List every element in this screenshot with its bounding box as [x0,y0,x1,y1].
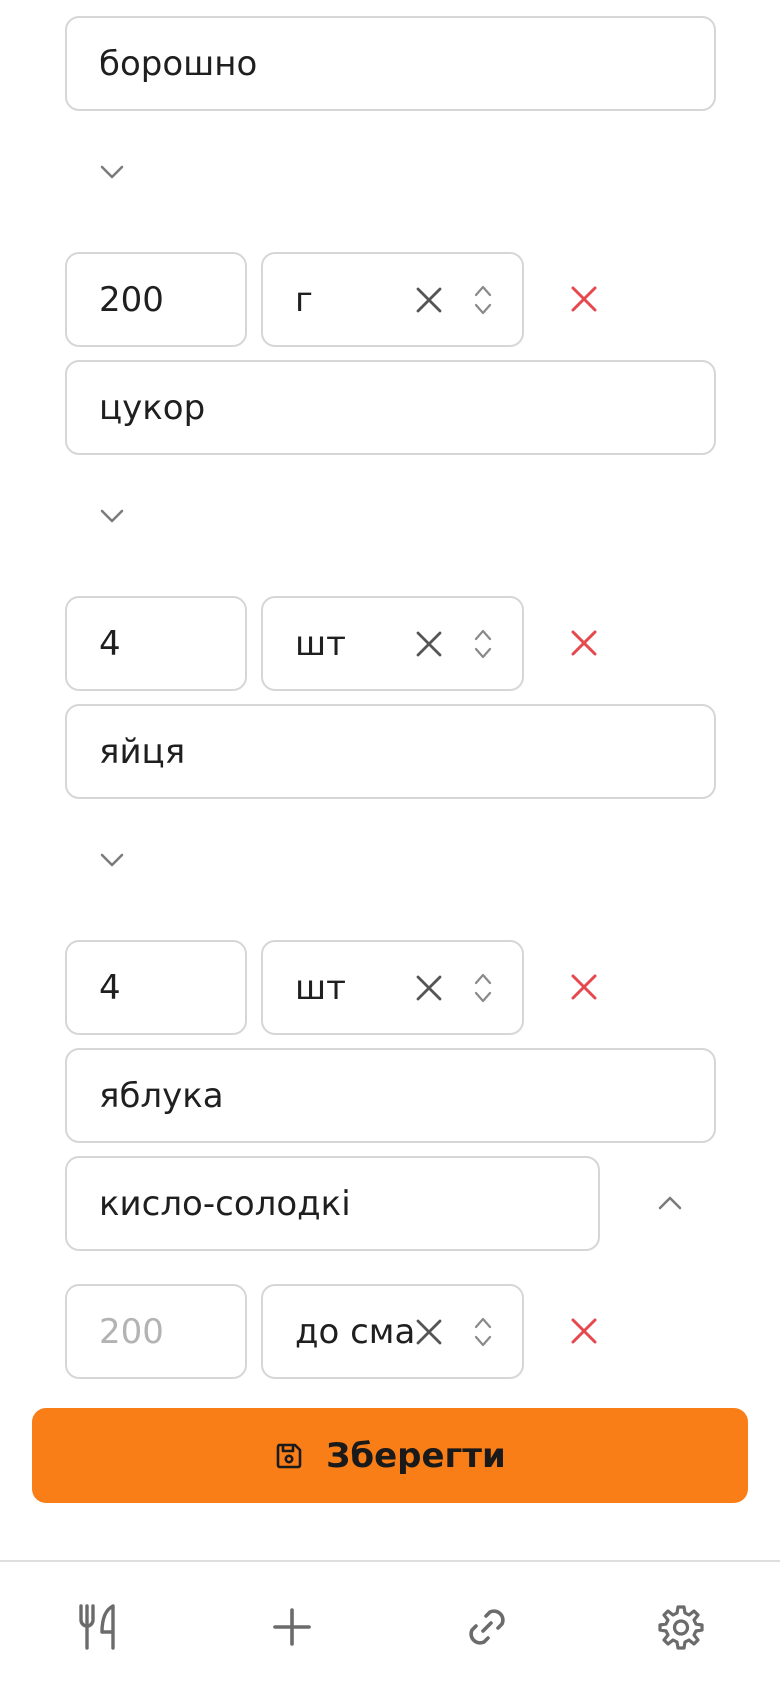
recipe-edit-screen: борошно 200 г цукор 4 шт яйця 4 шт яблук… [0,0,780,1688]
chevron-down-icon[interactable] [98,162,126,182]
floppy-disk-icon [276,1443,302,1468]
chevron-down-icon[interactable] [98,850,126,870]
ingredient-note-value: кисло-солодкі [99,1183,351,1224]
bottom-nav [0,1560,780,1688]
nav-add[interactable] [267,1602,317,1652]
remove-icon[interactable] [568,971,600,1003]
ingredient-note-field[interactable]: кисло-солодкі [65,1156,600,1251]
amount-value: 4 [99,967,121,1008]
unit-value: шт [295,967,346,1008]
sort-icon[interactable] [473,1314,493,1350]
remove-icon[interactable] [568,283,600,315]
utensils-icon [79,1604,115,1650]
remove-icon[interactable] [568,627,600,659]
unit-value: шт [295,623,346,664]
clear-icon[interactable] [413,972,445,1004]
amount-value: 4 [99,623,121,664]
unit-select[interactable]: до смаку [261,1284,524,1379]
ingredient-name-field[interactable]: яблука [65,1048,716,1143]
ingredient-name-value: борошно [99,43,258,84]
amount-value: 200 [99,279,164,320]
unit-select[interactable]: г [261,252,524,347]
amount-field[interactable]: 4 [65,596,247,691]
ingredient-name-field[interactable]: яйця [65,704,716,799]
nav-link[interactable] [462,1602,512,1652]
amount-field[interactable]: 200 [65,1284,247,1379]
gear-icon [658,1605,704,1650]
ingredient-name-value: яйця [99,731,186,772]
ingredient-name-field[interactable]: цукор [65,360,716,455]
link-icon [469,1609,505,1645]
sort-icon[interactable] [473,626,493,662]
amount-field[interactable]: 4 [65,940,247,1035]
unit-value: г [295,279,313,320]
chevron-up-icon[interactable] [656,1193,684,1213]
remove-icon[interactable] [568,1315,600,1347]
chevron-down-icon[interactable] [98,506,126,526]
clear-icon[interactable] [413,284,445,316]
clear-icon[interactable] [413,1316,445,1348]
unit-value: до смаку [295,1311,415,1352]
amount-field[interactable]: 200 [65,252,247,347]
save-button[interactable]: Зберегти [32,1408,748,1503]
plus-icon [273,1608,311,1646]
clear-icon[interactable] [413,628,445,660]
nav-recipes[interactable] [73,1602,123,1652]
unit-select[interactable]: шт [261,940,524,1035]
unit-select[interactable]: шт [261,596,524,691]
sort-icon[interactable] [473,282,493,318]
nav-settings[interactable] [656,1602,706,1652]
sort-icon[interactable] [473,970,493,1006]
ingredient-name-field[interactable]: борошно [65,16,716,111]
ingredient-name-value: яблука [99,1075,224,1116]
ingredient-name-value: цукор [99,387,206,428]
save-button-label: Зберегти [326,1435,506,1476]
amount-placeholder: 200 [99,1311,164,1352]
